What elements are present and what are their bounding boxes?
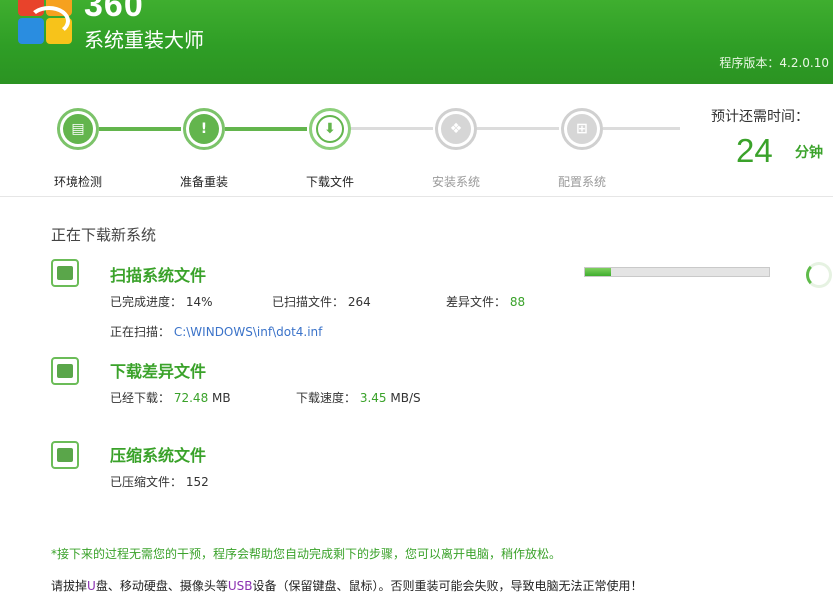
remaining-time-title: 预计还需时间： <box>711 109 809 125</box>
step-connector <box>351 127 433 130</box>
speed-unit: MB/S <box>390 391 421 405</box>
scanning-path: 正在扫描： C:\WINDOWS\inf\dot4.inf <box>110 323 322 340</box>
scanned-files: 已扫描文件： 264 <box>272 293 371 310</box>
note2-usb: USB <box>227 579 253 593</box>
note2-suffix: 设备（保留键盘、鼠标）。否则重装可能会失败，导致电脑无法正常使用！ <box>252 579 643 593</box>
header-bar: 360 系统重装大师 程序版本：4.2.0.10 <box>0 0 833 84</box>
step-label-install: 安装系统 <box>432 175 481 189</box>
note2-u: U <box>87 579 96 593</box>
version-label: 程序版本：4.2.0.10 <box>719 56 829 70</box>
task-title-compress: 压缩系统文件 <box>110 446 207 465</box>
task-title-download: 下载差异文件 <box>110 362 207 381</box>
scanned-files-label: 已扫描文件： <box>272 295 345 309</box>
step-connector <box>99 127 181 131</box>
windows-icon: ⊞ <box>567 114 597 144</box>
download-file-icon <box>51 357 79 385</box>
speed-label: 下载速度： <box>296 391 357 405</box>
compressed-files: 已压缩文件： 152 <box>110 473 209 490</box>
step-environment-check: ▤ <box>57 108 99 150</box>
step-label-download: 下载文件 <box>306 175 355 189</box>
document-icon: ! <box>189 114 219 144</box>
remaining-time-value: 24 <box>736 132 773 169</box>
section-title: 正在下载新系统 <box>51 226 157 244</box>
scanning-path-value: C:\WINDOWS\inf\dot4.inf <box>173 325 323 339</box>
downloaded-size: 已经下载： 72.48 MB <box>110 389 231 406</box>
compress-file-icon <box>51 441 79 469</box>
diff-files: 差异文件： 88 <box>446 293 525 310</box>
diff-files-label: 差异文件： <box>446 295 507 309</box>
loading-spinner-icon <box>806 262 832 288</box>
step-progress: ▤ ! ⬇ ❖ ⊞ 环境检测 准备重装 下载文件 安装系统 配置系统 预计还需时… <box>0 84 833 197</box>
360-logo-icon <box>18 0 74 46</box>
brand-name: 系统重装大师 <box>84 28 204 52</box>
step-configure: ⊞ <box>561 108 603 150</box>
remaining-time-unit: 分钟 <box>795 145 823 161</box>
step-connector <box>225 127 307 131</box>
note-unplug-warning: 请拔掉U盘、移动硬盘、摄像头等USB设备（保留键盘、鼠标）。否则重装可能会失败，… <box>51 577 642 594</box>
compressed-value: 152 <box>185 475 209 489</box>
step-label-environment-check: 环境检测 <box>54 175 103 189</box>
step-prepare: ! <box>183 108 225 150</box>
disk-scan-icon <box>51 259 79 287</box>
brand-number: 360 <box>84 0 144 24</box>
monitor-icon: ▤ <box>63 114 93 144</box>
step-connector <box>603 127 680 130</box>
note-no-intervention: *接下来的过程无需您的干预，程序会帮助您自动完成剩下的步骤，您可以离开电脑，稍作… <box>51 547 562 561</box>
note2-mid: 盘、移动硬盘、摄像头等 <box>95 579 228 593</box>
downloaded-unit: MB <box>212 391 231 405</box>
compressed-label: 已压缩文件： <box>110 475 183 489</box>
note2-prefix: 请拔掉 <box>51 579 88 593</box>
scan-progress-bar <box>584 267 770 277</box>
scan-progress-value: 14% <box>185 295 213 309</box>
scanned-files-value: 264 <box>347 295 371 309</box>
step-label-prepare: 准备重装 <box>180 175 229 189</box>
downloaded-label: 已经下载： <box>110 391 171 405</box>
scan-progress-label: 已完成进度： <box>110 295 183 309</box>
scanning-path-label: 正在扫描： <box>110 325 171 339</box>
step-install: ❖ <box>435 108 477 150</box>
speed-value: 3.45 <box>359 391 387 405</box>
download-speed: 下载速度： 3.45 MB/S <box>296 389 421 406</box>
diff-files-value: 88 <box>509 295 526 309</box>
scan-progress: 已完成进度： 14% <box>110 293 213 310</box>
install-icon: ❖ <box>441 114 471 144</box>
step-connector <box>477 127 559 130</box>
step-label-configure: 配置系统 <box>558 175 607 189</box>
step-download: ⬇ <box>309 108 351 150</box>
task-title-scan: 扫描系统文件 <box>110 266 207 285</box>
downloaded-value: 72.48 <box>173 391 209 405</box>
download-icon: ⬇ <box>316 115 344 143</box>
